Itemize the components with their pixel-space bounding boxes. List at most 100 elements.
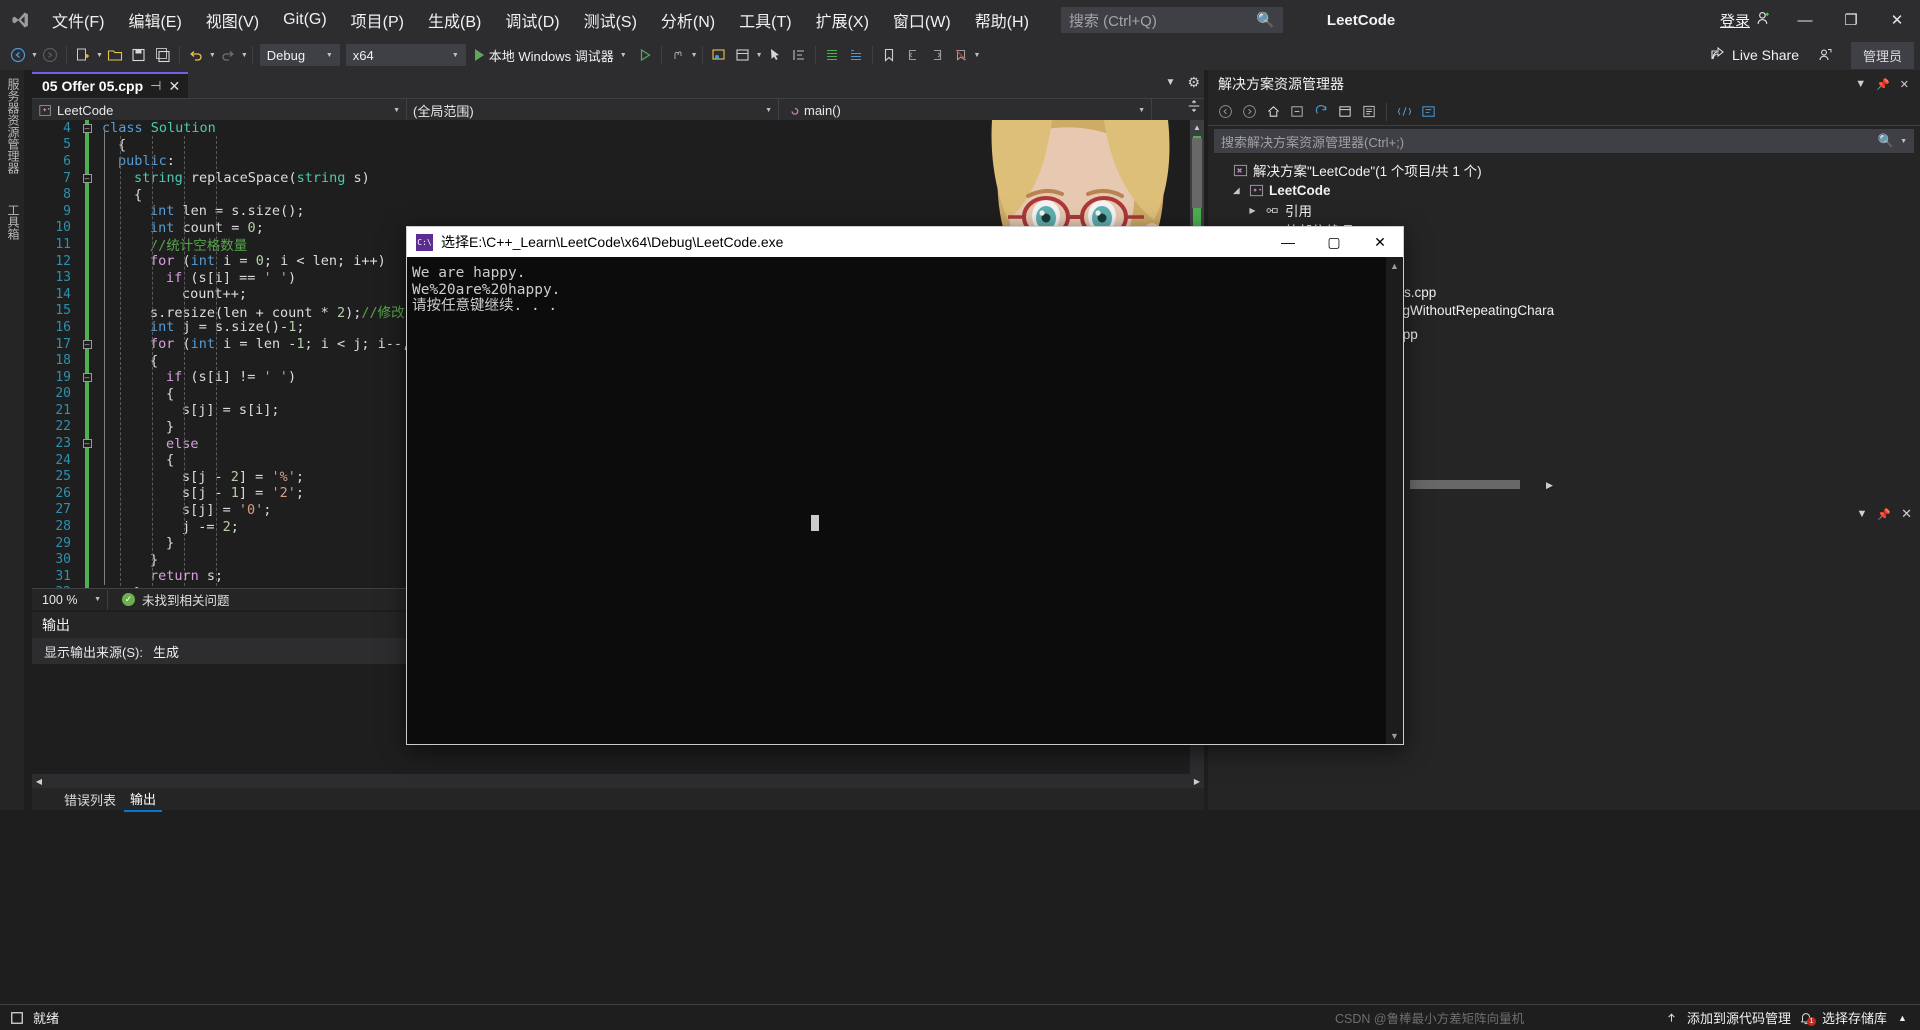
clear-bookmarks-icon[interactable] [949,43,973,67]
chevron-right-icon[interactable]: ▶ [1246,206,1259,215]
pin-icon[interactable]: 📌 [1877,508,1891,521]
tab-output[interactable]: 输出 [124,787,163,812]
indent-icon[interactable] [820,43,844,67]
solution-tree-item[interactable]: 解决方案"LeetCode"(1 个项目/共 1 个) [1208,160,1920,180]
scroll-up-icon[interactable]: ▲ [1386,257,1403,274]
console-scrollbar[interactable]: ▲ ▼ [1386,257,1403,744]
sign-in-button[interactable]: 登录 [1710,10,1782,31]
zoom-level-select[interactable]: 100 % ▼ [36,589,108,610]
sidebar-tab-server-explorer[interactable]: 服务器资源管理器 [0,70,27,182]
collapse-icon[interactable]: – [82,339,92,349]
chevron-down-icon[interactable]: ▼ [1857,508,1868,520]
save-all-icon[interactable] [151,43,175,67]
preview-selected-items-icon[interactable] [1393,101,1415,123]
chevron-down-icon[interactable]: ▼ [1900,138,1907,145]
undo-dropdown-caret-icon[interactable]: ▼ [209,52,216,59]
select-element-icon[interactable] [707,43,731,67]
console-close-button[interactable]: ✕ [1357,227,1403,257]
new-dropdown-caret-icon[interactable]: ▼ [96,52,103,59]
menu-window[interactable]: 窗口(W) [881,0,963,40]
open-folder-icon[interactable] [103,43,127,67]
sidebar-tab-toolbox[interactable]: 工具箱 [0,196,27,248]
chevron-down-icon[interactable]: ▼ [1166,77,1176,88]
start-without-debugging-icon[interactable] [633,43,657,67]
magnifier-icon[interactable]: 🔍 [1878,133,1894,149]
solution-search-input[interactable]: 搜索解决方案资源管理器(Ctrl+;) 🔍 ▼ [1214,129,1914,153]
menu-edit[interactable]: 编辑(E) [116,0,193,40]
code-line[interactable]: 4 – class Solution [32,120,1204,137]
gear-icon[interactable]: ⚙ [1187,74,1200,91]
console-maximize-button[interactable]: ▢ [1311,227,1357,257]
solution-tree-item[interactable]: ▶ 引用 [1208,200,1920,220]
console-minimize-button[interactable]: — [1265,227,1311,257]
close-icon[interactable]: ✕ [1901,506,1912,522]
live-share-account-icon[interactable] [1813,43,1837,67]
code-line[interactable]: 8{ [32,186,1204,203]
platform-select[interactable]: x64 ▼ [345,44,466,66]
solution-tree-item[interactable]: ◢ LeetCode [1208,180,1920,200]
cursor-pointer-icon[interactable] [763,43,787,67]
search-input[interactable]: 搜索 (Ctrl+Q) 🔍 [1060,7,1283,33]
project-scope-select[interactable]: LeetCode ▼ [32,99,407,121]
function-scope-select[interactable]: main() ▼ [779,99,1152,121]
right-panel-scrollbar-thumb[interactable] [1410,480,1520,489]
redo-dropdown-caret-icon[interactable]: ▼ [241,52,248,59]
comment-icon[interactable] [844,43,868,67]
prev-bookmark-icon[interactable] [901,43,925,67]
collapse-icon[interactable]: – [82,123,92,133]
tab-error-list[interactable]: 错误列表 [58,788,122,811]
close-icon[interactable]: ✕ [1895,78,1914,91]
output-source-value[interactable]: 生成 [153,642,179,661]
live-share-button[interactable]: Live Share [1710,46,1799,65]
filter-icon[interactable] [1417,101,1439,123]
fold-gutter[interactable]: – [78,123,96,133]
fold-gutter[interactable]: – [78,372,96,382]
refresh-icon[interactable] [1310,101,1332,123]
pin-icon[interactable]: 📌 [1871,78,1895,91]
build-configuration-select[interactable]: Debug ▼ [259,44,340,66]
forward-arrow-icon[interactable] [38,43,62,67]
bookmark-icon[interactable] [877,43,901,67]
undo-icon[interactable] [184,43,208,67]
menu-analyze[interactable]: 分析(N) [649,0,727,40]
back-arrow-icon[interactable] [1214,101,1236,123]
menu-project[interactable]: 项目(P) [339,0,416,40]
code-line[interactable]: 7 – string replaceSpace(string s) [32,170,1204,187]
select-repository-label[interactable]: 选择存储库 [1822,1008,1887,1027]
add-to-source-control-label[interactable]: 添加到源代码管理 [1687,1008,1791,1027]
menu-tools[interactable]: 工具(T) [727,0,803,40]
fold-gutter[interactable]: – [78,173,96,183]
hot-reload-icon[interactable] [666,43,690,67]
scroll-up-icon[interactable]: ▲ [1190,120,1204,134]
window-maximize-button[interactable]: ❐ [1828,0,1874,40]
next-bookmark-icon[interactable] [925,43,949,67]
up-arrow-icon[interactable] [1664,1010,1679,1025]
menu-debug[interactable]: 调试(D) [493,0,571,40]
solution-file-partial-2[interactable]: ingWithoutRepeatingChara [1392,303,1554,318]
forward-arrow-icon[interactable] [1238,101,1260,123]
document-tab-05-offer-05-cpp[interactable]: 05 Offer 05.cpp ⊣ ✕ [32,72,189,98]
menu-file[interactable]: 文件(F) [40,0,116,40]
collapse-icon[interactable]: – [82,372,92,382]
menu-view[interactable]: 视图(V) [194,0,271,40]
bell-icon[interactable]: 1 [1799,1010,1816,1026]
fold-gutter[interactable]: – [78,339,96,349]
chevron-down-icon[interactable]: ▼ [1850,78,1871,90]
menu-test[interactable]: 测试(S) [572,0,649,40]
align-icon[interactable] [787,43,811,67]
scroll-right-icon[interactable]: ▶ [1546,480,1553,491]
live-tree-caret-icon[interactable]: ▼ [756,52,763,59]
window-minimize-button[interactable]: — [1782,0,1828,40]
save-icon[interactable] [127,43,151,67]
toolbar-overflow-caret-icon[interactable]: ▼ [974,52,981,59]
console-body[interactable]: We are happy. We%20are%20happy. 请按任意键继续.… [407,257,1403,744]
menu-help[interactable]: 帮助(H) [963,0,1041,40]
output-horizontal-scrollbar[interactable]: ◀ ▶ [32,774,1204,788]
stop-icon[interactable] [9,1010,24,1025]
menu-build[interactable]: 生成(B) [416,0,493,40]
scroll-left-icon[interactable]: ◀ [32,774,46,788]
scroll-down-icon[interactable]: ▼ [1386,727,1403,744]
properties-icon[interactable] [1358,101,1380,123]
code-line[interactable]: 5{ [32,137,1204,154]
collapse-all-icon[interactable] [1286,101,1308,123]
